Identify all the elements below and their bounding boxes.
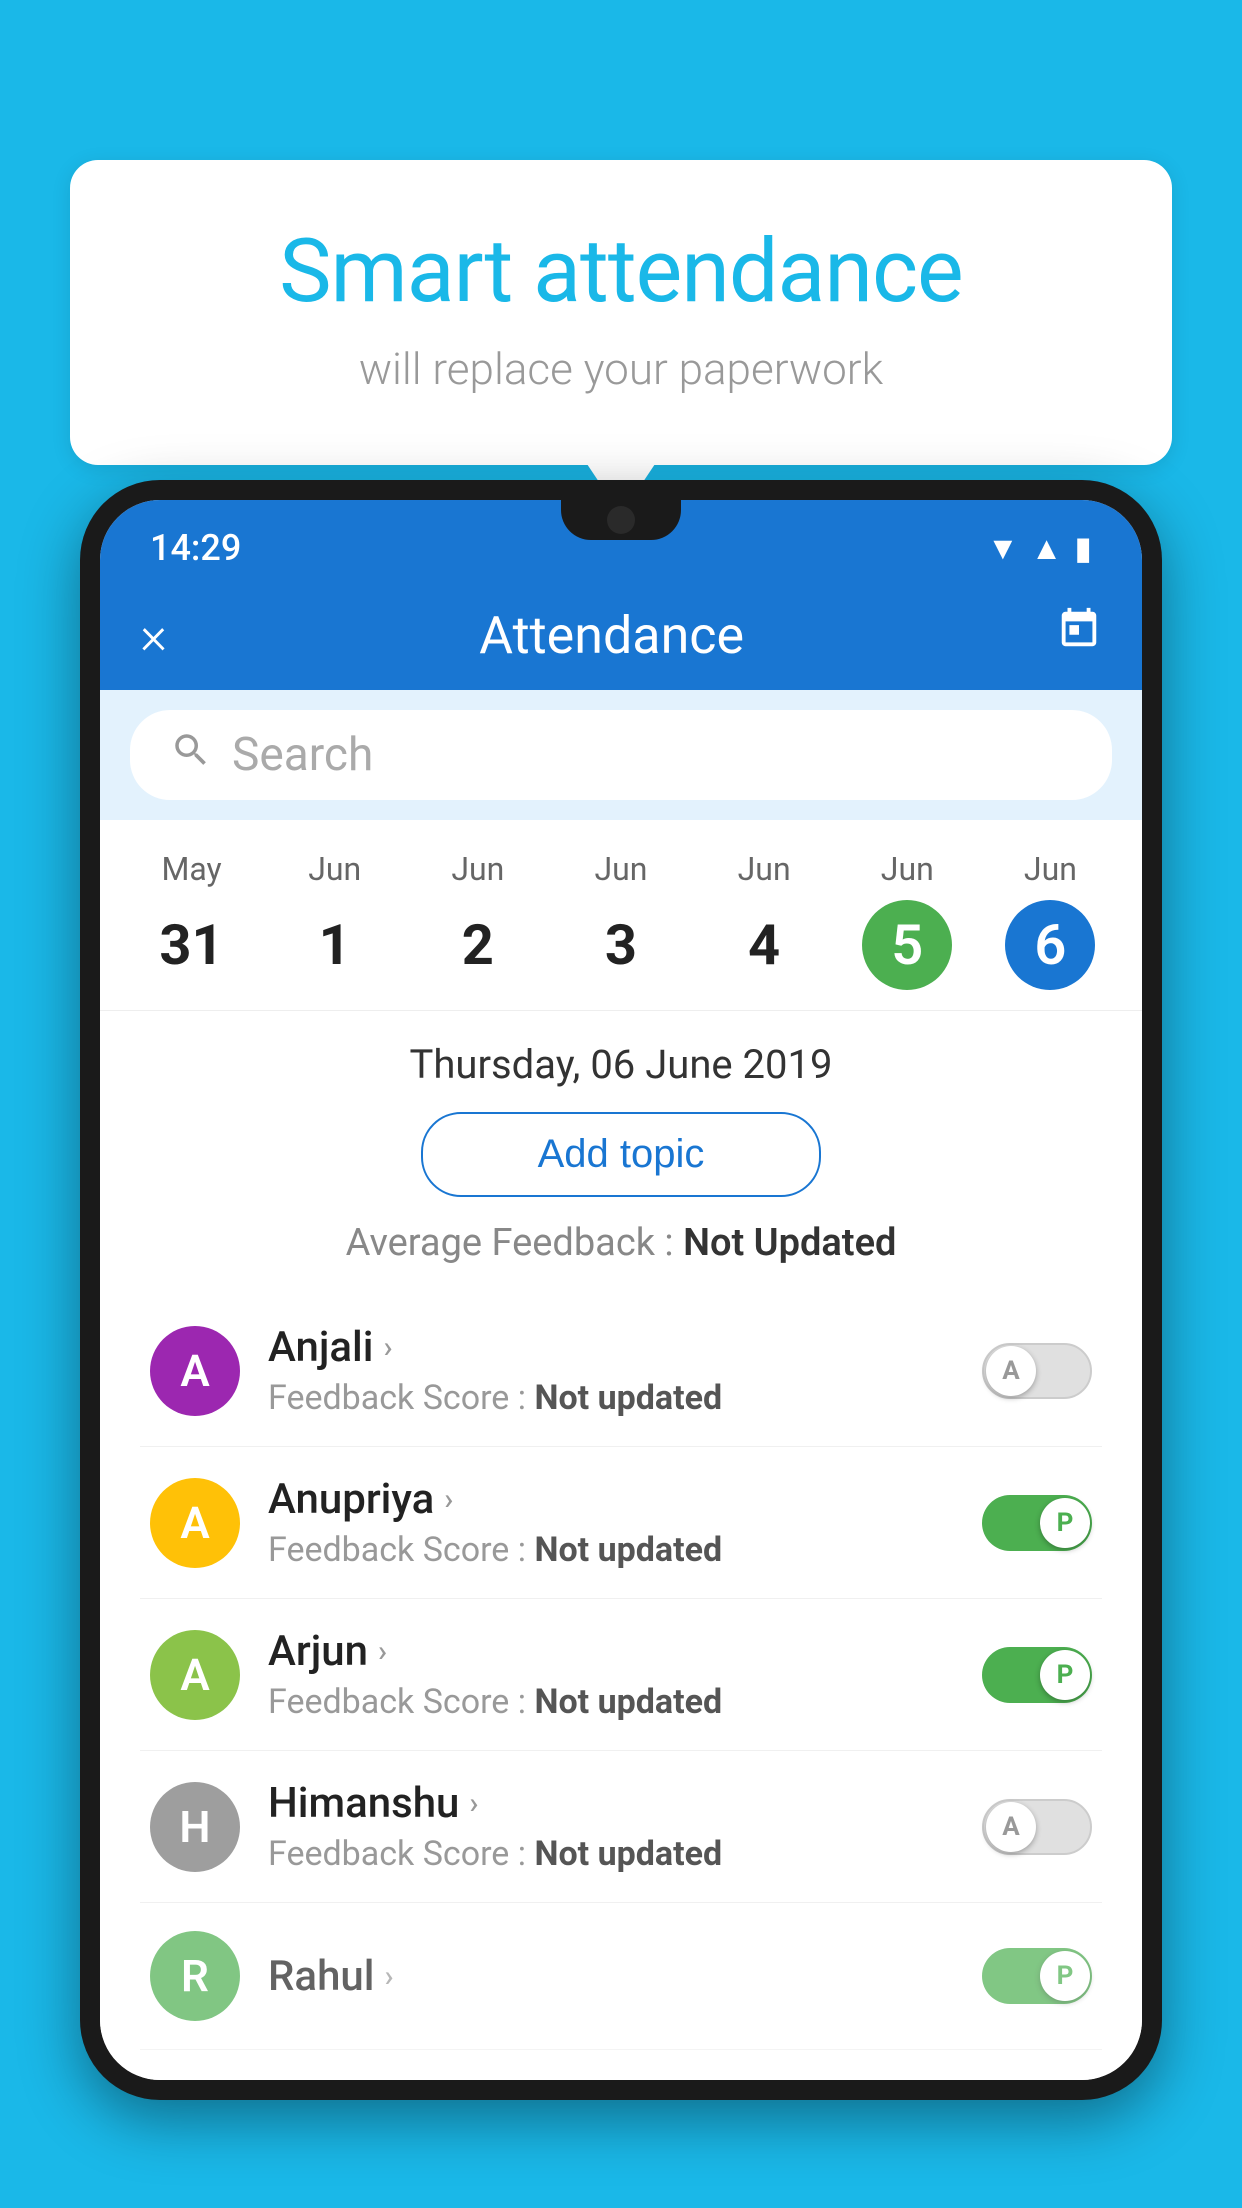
calendar-icon[interactable] [1056, 606, 1102, 664]
student-item-himanshu[interactable]: H Himanshu › Feedback Score : Not update… [140, 1751, 1102, 1903]
student-info-arjun: Arjun › Feedback Score : Not updated [268, 1627, 954, 1722]
avatar-anjali: A [150, 1326, 240, 1416]
phone-notch [561, 500, 681, 540]
app-bar: × Attendance [100, 580, 1142, 690]
student-list: A Anjali › Feedback Score : Not updated [140, 1295, 1102, 2050]
chevron-icon: › [378, 1634, 387, 1669]
student-info-partial: Rahul › [268, 1952, 954, 2001]
speech-bubble-container: Smart attendance will replace your paper… [70, 160, 1172, 465]
avatar-partial: R [150, 1931, 240, 2021]
status-time: 14:29 [150, 527, 241, 569]
search-bar[interactable]: Search [130, 710, 1112, 800]
signal-icon: ▲ [1031, 529, 1063, 567]
chevron-icon: › [384, 1959, 393, 1994]
wifi-icon: ▼ [987, 529, 1019, 567]
calendar-day-jun5[interactable]: Jun 5 [862, 850, 952, 990]
avg-feedback-value: Not Updated [683, 1221, 896, 1265]
date-header: Thursday, 06 June 2019 [140, 1041, 1102, 1088]
chevron-icon: › [469, 1786, 478, 1821]
calendar-day-jun3[interactable]: Jun 3 [576, 850, 666, 990]
student-name-anjali: Anjali › [268, 1323, 954, 1372]
phone-camera [607, 506, 635, 534]
toggle-partial[interactable]: P [982, 1948, 1092, 2004]
student-feedback-arjun: Feedback Score : Not updated [268, 1682, 954, 1722]
calendar-day-jun1[interactable]: Jun 1 [290, 850, 380, 990]
student-name-himanshu: Himanshu › [268, 1779, 954, 1828]
student-name-partial: Rahul › [268, 1952, 954, 2001]
avg-feedback-label: Average Feedback : [346, 1221, 683, 1265]
student-name-arjun: Arjun › [268, 1627, 954, 1676]
app-bar-title: Attendance [479, 605, 744, 666]
student-feedback-anupriya: Feedback Score : Not updated [268, 1530, 954, 1570]
phone-screen: 14:29 ▼ ▲ ▮ × Attendance [100, 500, 1142, 2080]
toggle-anupriya[interactable]: P [982, 1495, 1092, 1551]
calendar-day-jun2[interactable]: Jun 2 [433, 850, 523, 990]
bubble-title: Smart attendance [150, 220, 1092, 323]
student-info-anjali: Anjali › Feedback Score : Not updated [268, 1323, 954, 1418]
student-item-partial[interactable]: R Rahul › P [140, 1903, 1102, 2050]
student-info-anupriya: Anupriya › Feedback Score : Not updated [268, 1475, 954, 1570]
close-button[interactable]: × [140, 605, 167, 666]
calendar-day-jun6[interactable]: Jun 6 [1005, 850, 1095, 990]
avatar-anupriya: A [150, 1478, 240, 1568]
student-item-anjali[interactable]: A Anjali › Feedback Score : Not updated [140, 1295, 1102, 1447]
student-feedback-himanshu: Feedback Score : Not updated [268, 1834, 954, 1874]
avatar-arjun: A [150, 1630, 240, 1720]
content-area: Thursday, 06 June 2019 Add topic Average… [100, 1011, 1142, 2080]
student-info-himanshu: Himanshu › Feedback Score : Not updated [268, 1779, 954, 1874]
calendar-strip: May 31 Jun 1 Jun 2 Jun 3 Jun 4 [100, 820, 1142, 1011]
add-topic-button[interactable]: Add topic [421, 1112, 821, 1197]
avg-feedback: Average Feedback : Not Updated [140, 1221, 1102, 1265]
phone-container: 14:29 ▼ ▲ ▮ × Attendance [80, 480, 1162, 2208]
search-bar-container: Search [100, 690, 1142, 820]
student-item-anupriya[interactable]: A Anupriya › Feedback Score : Not update… [140, 1447, 1102, 1599]
student-feedback-anjali: Feedback Score : Not updated [268, 1378, 954, 1418]
toggle-anjali[interactable]: A [982, 1343, 1092, 1399]
student-item-arjun[interactable]: A Arjun › Feedback Score : Not updated [140, 1599, 1102, 1751]
calendar-day-may31[interactable]: May 31 [147, 850, 237, 990]
search-placeholder: Search [232, 728, 373, 782]
speech-bubble: Smart attendance will replace your paper… [70, 160, 1172, 465]
bubble-subtitle: will replace your paperwork [150, 343, 1092, 395]
chevron-icon: › [383, 1330, 392, 1365]
student-name-anupriya: Anupriya › [268, 1475, 954, 1524]
battery-icon: ▮ [1074, 529, 1092, 567]
avatar-himanshu: H [150, 1782, 240, 1872]
chevron-icon: › [444, 1482, 453, 1517]
phone-frame: 14:29 ▼ ▲ ▮ × Attendance [80, 480, 1162, 2100]
search-icon [170, 729, 212, 782]
calendar-day-jun4[interactable]: Jun 4 [719, 850, 809, 990]
status-icons: ▼ ▲ ▮ [987, 529, 1092, 567]
toggle-arjun[interactable]: P [982, 1647, 1092, 1703]
toggle-himanshu[interactable]: A [982, 1799, 1092, 1855]
